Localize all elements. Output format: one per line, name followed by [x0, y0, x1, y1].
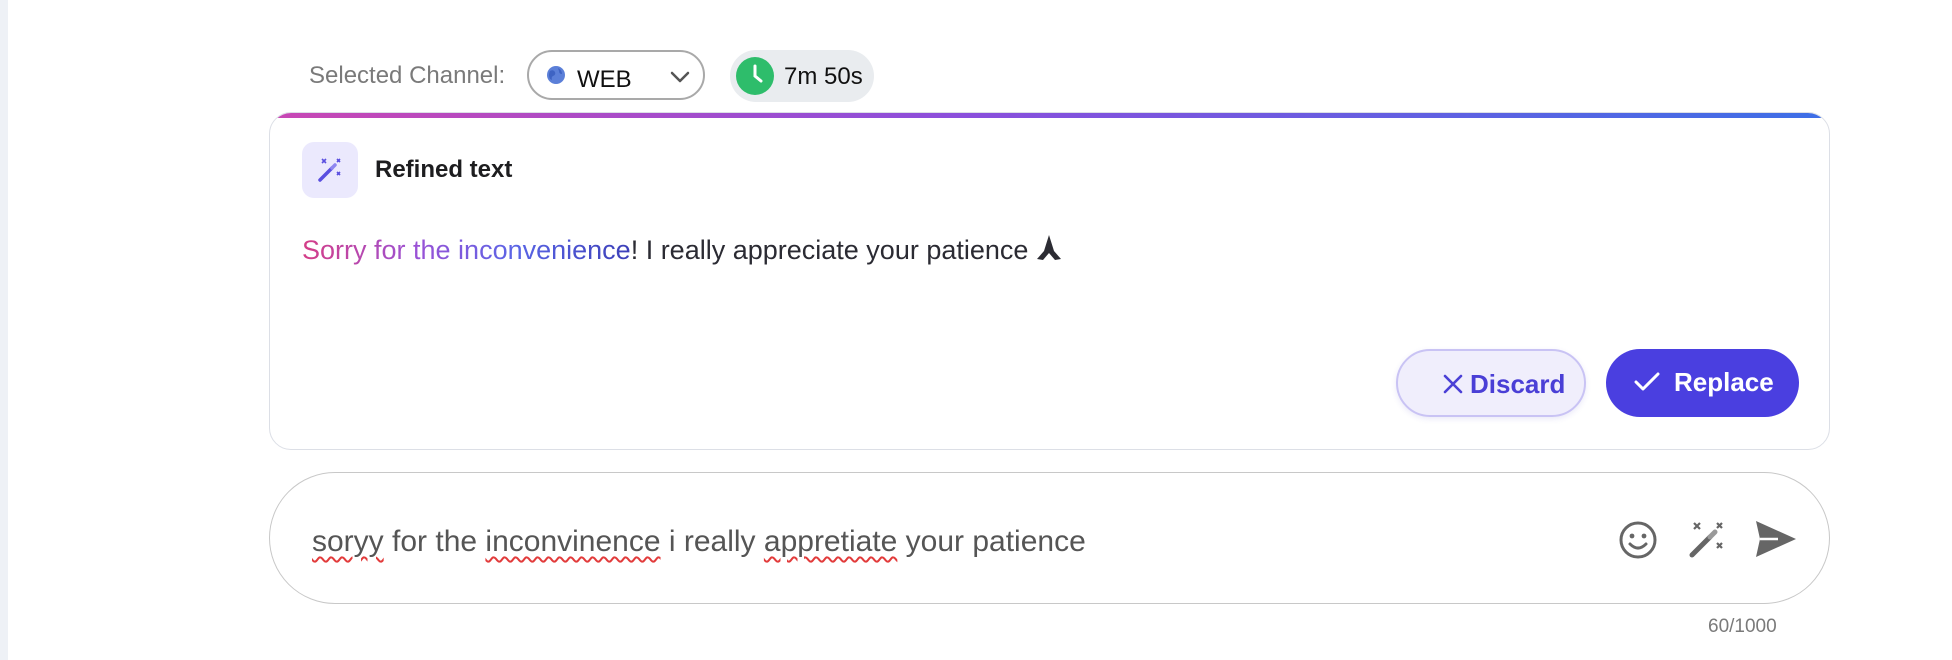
globe-icon [547, 66, 565, 84]
message-input[interactable]: soryy for the inconvinence i really appr… [312, 525, 1086, 559]
magic-wand-icon[interactable] [1686, 519, 1728, 561]
left-rail [0, 0, 8, 660]
replace-button[interactable]: Replace [1606, 349, 1799, 417]
smiley-icon[interactable] [1617, 519, 1659, 561]
magic-wand-icon [318, 158, 341, 182]
send-icon[interactable] [1754, 519, 1798, 559]
refined-text: Sorry for the inconvenience! I really ap… [302, 233, 1064, 266]
channel-label: Selected Channel: [309, 62, 506, 89]
clock-icon [736, 57, 774, 95]
folded-hands-icon [1037, 235, 1062, 260]
close-icon [1443, 374, 1463, 394]
refined-text-rest: ! I really appreciate your patience [630, 235, 1029, 265]
timer-badge: 7m 50s [730, 50, 874, 102]
message-text: for the [383, 525, 486, 558]
ai-badge [302, 142, 358, 198]
channel-value: WEB [577, 66, 632, 93]
refined-text-highlight: Sorry for the inconvenience [302, 235, 631, 265]
message-composer[interactable]: soryy for the inconvinence i really appr… [269, 472, 1830, 604]
misspelled-word: soryy [312, 525, 384, 558]
replace-label: Replace [1674, 367, 1774, 397]
message-text: i really [660, 525, 764, 558]
chevron-down-icon [670, 71, 690, 83]
timer-value: 7m 50s [784, 63, 863, 90]
discard-label: Discard [1470, 369, 1566, 399]
character-count: 60/1000 [1708, 616, 1777, 637]
card-title: Refined text [375, 156, 513, 183]
gradient-accent-bar [270, 113, 1829, 118]
check-icon [1634, 372, 1660, 391]
message-text: your patience [897, 525, 1086, 558]
channel-select[interactable]: WEB [527, 50, 705, 100]
refined-text-card: Refined text Sorry for the inconvenience… [269, 112, 1830, 450]
discard-button[interactable]: Discard [1396, 349, 1586, 417]
misspelled-word: inconvinence [485, 525, 661, 558]
misspelled-word: appretiate [763, 525, 898, 558]
